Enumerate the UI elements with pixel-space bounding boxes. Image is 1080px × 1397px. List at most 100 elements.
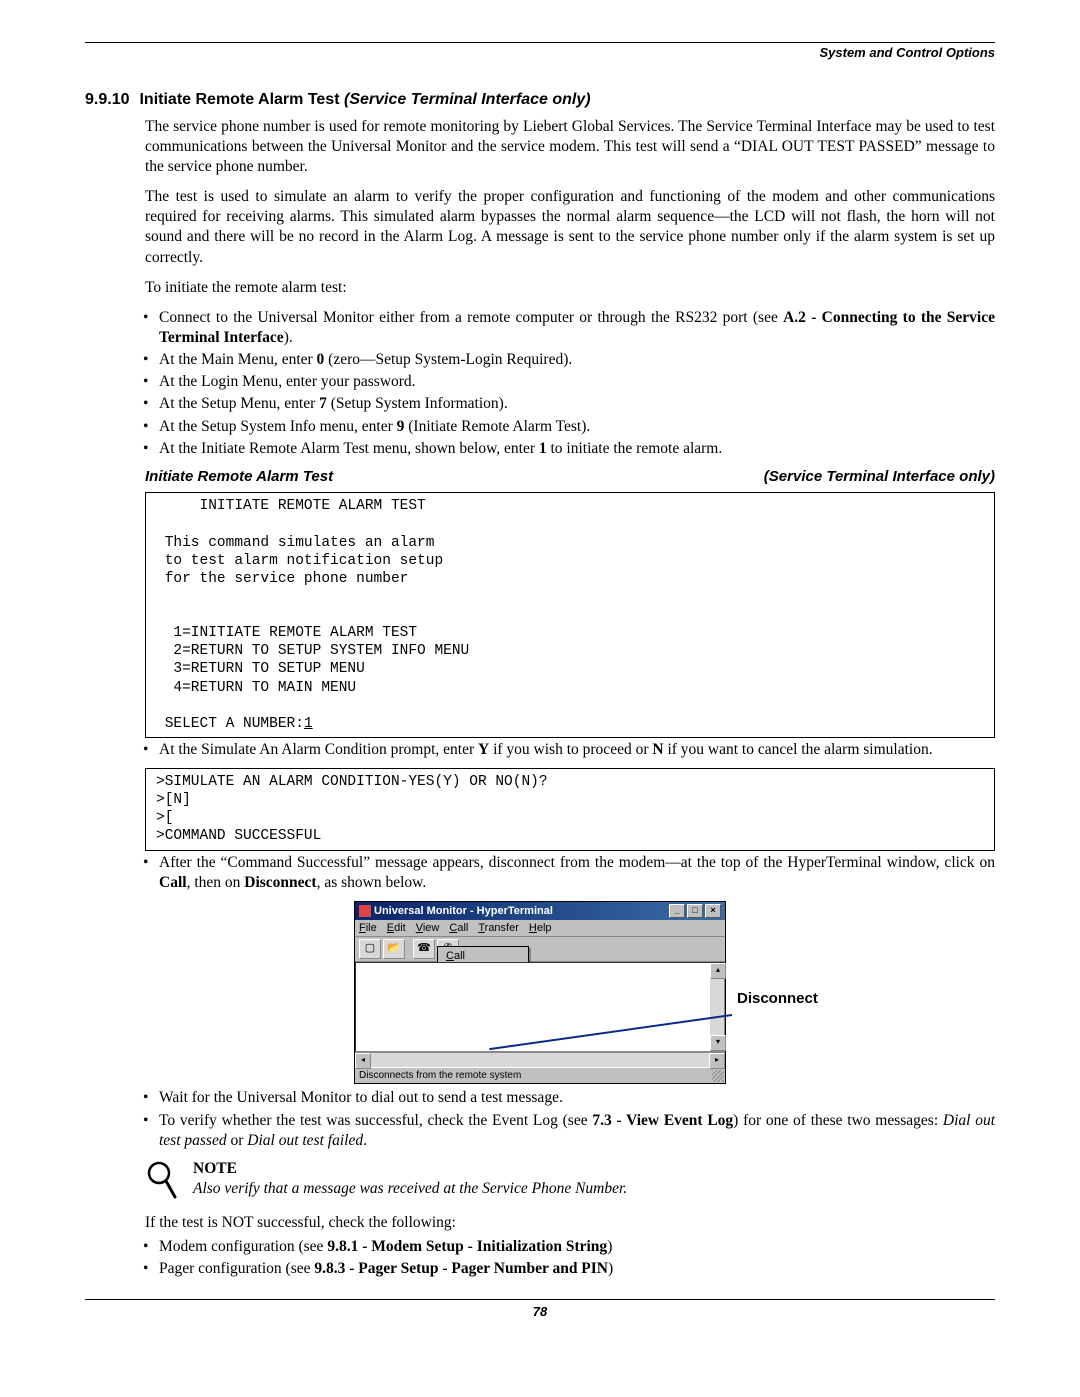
status-bar: Disconnects from the remote system (355, 1067, 725, 1083)
step-item: At the Main Menu, enter 0 (zero—Setup Sy… (143, 350, 995, 370)
scroll-right-icon[interactable]: ▸ (709, 1053, 725, 1069)
menu-file[interactable]: File (359, 921, 377, 935)
code-line: >COMMAND SUCCESSFUL (156, 828, 321, 844)
step-text: Modem configuration (see (159, 1238, 327, 1255)
step-bold: 1 (539, 440, 547, 457)
note-heading: NOTE (193, 1159, 627, 1179)
step-text: ) (607, 1238, 612, 1255)
step-text: ) for one of these two messages: (733, 1112, 943, 1129)
scroll-down-icon[interactable]: ▾ (710, 1035, 726, 1051)
step-text: At the Setup System Info menu, enter (159, 418, 397, 435)
note-block: NOTE Also verify that a message was rece… (145, 1159, 995, 1209)
terminal-output-1: INITIATE REMOTE ALARM TEST This command … (145, 492, 995, 738)
code-line: for the service phone number (156, 571, 408, 587)
terminal-client-area[interactable]: ▴ ▾ (355, 962, 725, 1052)
steps-list: Connect to the Universal Monitor either … (143, 308, 995, 459)
menu-edit[interactable]: Edit (387, 921, 406, 935)
step-item: At the Initiate Remote Alarm Test menu, … (143, 439, 995, 459)
toolbar-new-icon[interactable]: ▢ (359, 939, 381, 959)
top-rule (85, 42, 995, 43)
terminal-output-2: >SIMULATE AN ALARM CONDITION-YES(Y) OR N… (145, 768, 995, 851)
menu-transfer[interactable]: Transfer (478, 921, 519, 935)
step-text: At the Simulate An Alarm Condition promp… (159, 741, 478, 758)
step-bold: Call (159, 874, 187, 891)
code-subheading-right: (Service Terminal Interface only) (764, 467, 995, 487)
minimize-button[interactable]: _ (669, 904, 685, 918)
toolbar-call-icon[interactable]: ☎ (413, 939, 435, 959)
code-subheading-left: Initiate Remote Alarm Test (145, 467, 333, 487)
scroll-up-icon[interactable]: ▴ (710, 963, 726, 979)
step-text: (zero—Setup System-Login Required). (324, 351, 572, 368)
fail-list: Modem configuration (see 9.8.1 - Modem S… (143, 1237, 995, 1279)
page-number: 78 (85, 1304, 995, 1321)
menu-view[interactable]: View (416, 921, 440, 935)
hyperterminal-window: Universal Monitor - HyperTerminal _ □ × … (354, 901, 726, 1085)
step-text: (Initiate Remote Alarm Test). (404, 418, 590, 435)
fail-item: Modem configuration (see 9.8.1 - Modem S… (143, 1237, 995, 1257)
section-number: 9.9.10 (85, 90, 129, 111)
steps-list-2: At the Simulate An Alarm Condition promp… (143, 740, 995, 760)
paragraph-1: The service phone number is used for rem… (145, 117, 995, 177)
running-head: System and Control Options (85, 45, 995, 62)
step-item: At the Setup System Info menu, enter 9 (… (143, 417, 995, 437)
step-bold: Disconnect (244, 874, 316, 891)
callout-label: Disconnect (737, 989, 818, 1009)
post-steps-list: Wait for the Universal Monitor to dial o… (143, 1088, 995, 1150)
step-text: To verify whether the test was successfu… (159, 1112, 592, 1129)
step-text: At the Login Menu, enter your password. (159, 373, 416, 390)
menu-call[interactable]: Call (449, 921, 468, 935)
window-title: Universal Monitor - HyperTerminal (374, 904, 553, 918)
vertical-scrollbar[interactable]: ▴ ▾ (710, 963, 724, 1051)
code-line: >[N] (156, 792, 191, 808)
toolbar: ▢ 📂 ☎ ✆ (355, 937, 725, 962)
step-text: At the Initiate Remote Alarm Test menu, … (159, 440, 539, 457)
step-text: to initiate the remote alarm. (547, 440, 723, 457)
paragraph-2: The test is used to simulate an alarm to… (145, 187, 995, 268)
footer-rule (85, 1299, 995, 1300)
step-text: if you wish to proceed or (489, 741, 652, 758)
code-input-value: 1 (304, 716, 313, 732)
step-text: , then on (187, 874, 245, 891)
step-bold: 7.3 - View Event Log (592, 1112, 733, 1129)
window-titlebar[interactable]: Universal Monitor - HyperTerminal _ □ × (355, 902, 725, 920)
step-text: ). (284, 329, 293, 346)
menu-help[interactable]: Help (529, 921, 552, 935)
step-item: At the Login Menu, enter your password. (143, 372, 995, 392)
step-text: or (227, 1132, 248, 1149)
hyperterminal-screenshot: Universal Monitor - HyperTerminal _ □ × … (85, 901, 995, 1085)
scroll-left-icon[interactable]: ◂ (355, 1053, 371, 1069)
step-text: Pager configuration (see (159, 1260, 314, 1277)
code-line: 1=INITIATE REMOTE ALARM TEST (156, 625, 417, 641)
step-item: At the Setup Menu, enter 7 (Setup System… (143, 394, 995, 414)
step-italic: Dial out test failed (247, 1132, 363, 1149)
step-bold: 9.8.3 - Pager Setup - Pager Number and P… (314, 1260, 608, 1277)
resize-grip-icon[interactable] (712, 1070, 724, 1082)
fail-item: Pager configuration (see 9.8.3 - Pager S… (143, 1259, 995, 1279)
step-item: After the “Command Successful” message a… (143, 853, 995, 893)
code-line: This command simulates an alarm (156, 535, 434, 551)
step-item: At the Simulate An Alarm Condition promp… (143, 740, 995, 760)
code-line: 4=RETURN TO MAIN MENU (156, 680, 356, 696)
menu-bar: File Edit View Call Transfer Help (355, 920, 725, 937)
step-text: (Setup System Information). (327, 395, 508, 412)
horizontal-scrollbar[interactable]: ◂ ▸ (355, 1052, 725, 1067)
fail-intro: If the test is NOT successful, check the… (145, 1213, 995, 1233)
magnifying-glass-icon (145, 1159, 179, 1209)
toolbar-open-icon[interactable]: 📂 (383, 939, 405, 959)
maximize-button[interactable]: □ (687, 904, 703, 918)
step-text: At the Main Menu, enter (159, 351, 317, 368)
code-prompt: SELECT A NUMBER: (156, 716, 304, 732)
step-text: After the “Command Successful” message a… (159, 854, 995, 871)
step-text: if you want to cancel the alarm simulati… (664, 741, 933, 758)
close-button[interactable]: × (705, 904, 721, 918)
section-heading: 9.9.10 Initiate Remote Alarm Test (Servi… (85, 90, 995, 111)
paragraph-3: To initiate the remote alarm test: (145, 278, 995, 298)
step-text: , as shown below. (317, 874, 427, 891)
note-text: Also verify that a message was received … (193, 1179, 627, 1199)
code-line: 3=RETURN TO SETUP MENU (156, 661, 365, 677)
step-bold: N (652, 741, 663, 758)
code-line: >SIMULATE AN ALARM CONDITION-YES(Y) OR N… (156, 774, 548, 790)
step-item: Wait for the Universal Monitor to dial o… (143, 1088, 995, 1108)
step-bold: 7 (319, 395, 327, 412)
code-line: >[ (156, 810, 173, 826)
